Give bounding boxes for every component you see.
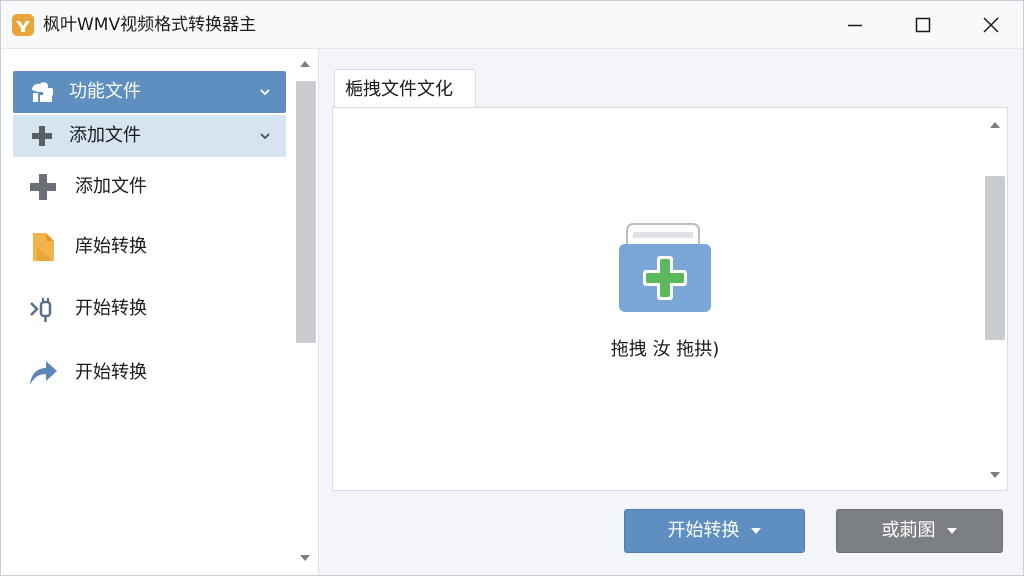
secondary-button-label: 或莿圂: [881, 520, 936, 541]
sidebar-scrollbar[interactable]: [293, 49, 317, 575]
close-icon: [983, 17, 999, 33]
plus-icon: [32, 126, 52, 146]
secondary-dropdown-button[interactable]: 或莿圂: [836, 509, 1003, 553]
sidebar-item-label: 庠始转换: [75, 236, 147, 257]
chevron-down-icon: [260, 89, 270, 96]
app-window: 枫叶WMV视频格式转换器主 功能文件 添加文件 添加文件 庠始转换 开始转换 开…: [0, 0, 1024, 576]
start-convert-label: 开始转换: [667, 520, 740, 541]
drop-hint-text: 拖拽 汝 拖拱): [610, 339, 720, 360]
plug-icon: [30, 298, 52, 322]
minimize-icon: [848, 24, 862, 27]
sidebar: 功能文件 添加文件 添加文件 庠始转换 开始转换 开始转换: [1, 49, 319, 575]
scroll-up-arrow-icon[interactable]: [299, 59, 311, 69]
tab-label: 梔拽文件文化: [345, 79, 453, 100]
plus-icon: [30, 174, 56, 200]
caret-down-icon: [946, 528, 957, 534]
content-scrollbar[interactable]: [983, 108, 1007, 490]
sidebar-item-label: 添加文件: [75, 176, 147, 197]
sidebar-item-plug[interactable]: 开始转换: [13, 285, 283, 333]
settings-hand-icon: [32, 82, 53, 102]
scroll-up-arrow-icon[interactable]: [989, 120, 1001, 130]
title-bar: 枫叶WMV视频格式转换器主: [1, 1, 1023, 49]
minimize-button[interactable]: [827, 1, 883, 49]
share-arrow-icon: [30, 361, 57, 385]
scroll-down-arrow-icon[interactable]: [299, 553, 311, 563]
sidebar-header-features[interactable]: 功能文件: [13, 71, 286, 113]
app-logo-icon: [12, 14, 34, 36]
sidebar-item-label: 开始转换: [75, 298, 147, 319]
tab-drag-files[interactable]: 梔拽文件文化: [334, 69, 476, 109]
add-folder-icon: [619, 223, 711, 312]
chevron-down-icon: [260, 133, 270, 140]
maximize-icon: [915, 17, 931, 33]
caret-down-icon: [750, 528, 761, 534]
sidebar-scroll-thumb[interactable]: [296, 81, 316, 343]
content-scroll-thumb[interactable]: [985, 176, 1005, 340]
sidebar-item-document[interactable]: 庠始转换: [13, 223, 283, 271]
sidebar-item-label: 开始转换: [75, 362, 147, 383]
drop-zone[interactable]: 拖拽 汝 拖拱): [332, 107, 1008, 491]
sidebar-item-add-file[interactable]: 添加文件: [13, 163, 283, 211]
sidebar-subheader-add-file[interactable]: 添加文件: [13, 115, 286, 157]
sidebar-subheader-label: 添加文件: [69, 125, 141, 146]
sidebar-header-label: 功能文件: [69, 81, 141, 102]
main-panel: 梔拽文件文化 拖拽 汝 拖拱) 开始转换 或莿圂: [319, 49, 1023, 575]
maximize-button[interactable]: [895, 1, 951, 49]
sidebar-item-share[interactable]: 开始转换: [13, 349, 283, 397]
scroll-down-arrow-icon[interactable]: [989, 470, 1001, 480]
window-title: 枫叶WMV视频格式转换器主: [43, 15, 257, 35]
start-convert-button[interactable]: 开始转换: [624, 509, 805, 553]
document-icon: [33, 233, 54, 261]
close-button[interactable]: [963, 1, 1019, 49]
